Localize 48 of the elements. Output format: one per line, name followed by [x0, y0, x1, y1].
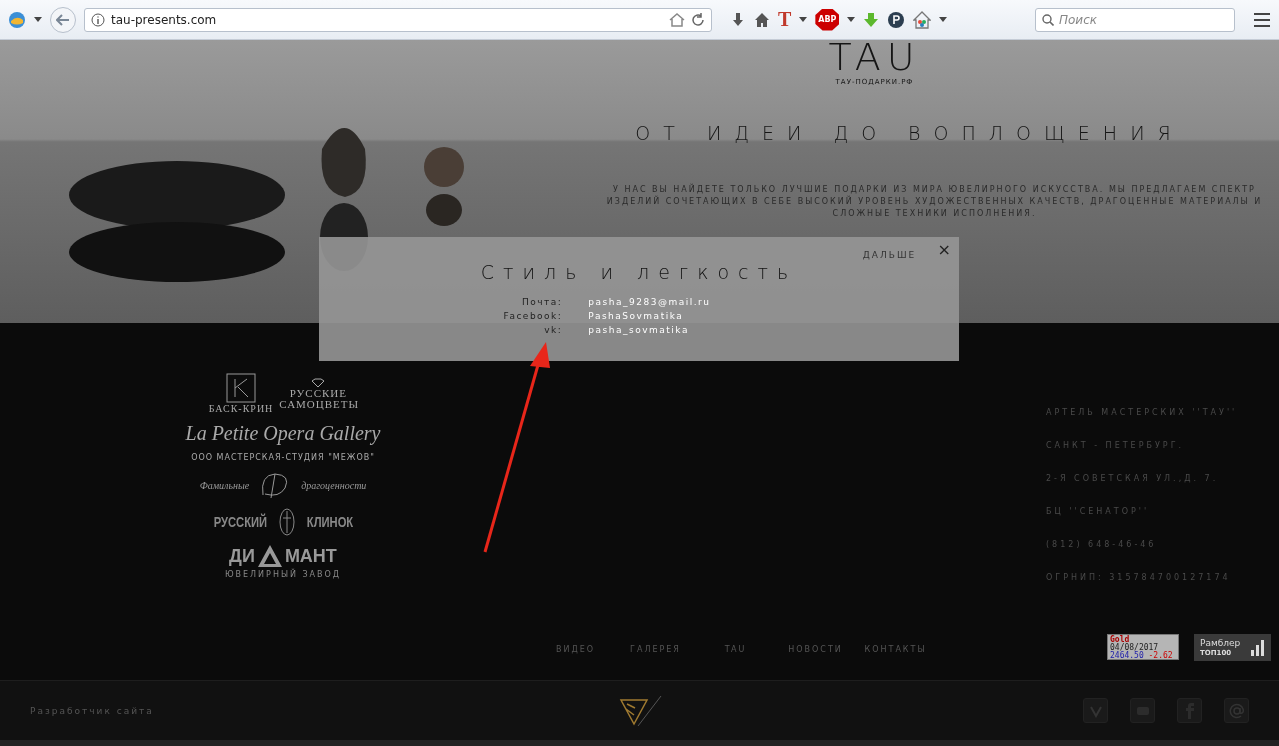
- commodity-price-widget[interactable]: Gold 04/08/2017 2464.50 -2.62: [1107, 634, 1179, 660]
- adblock-button[interactable]: ABP: [815, 8, 840, 31]
- info-icon[interactable]: [91, 12, 105, 27]
- triangle-logo-icon[interactable]: [617, 693, 662, 728]
- contact-label: vk:: [543, 324, 563, 337]
- headline: ОТ ИДЕИ ДО ВОПЛОЩЕНИЯ: [635, 122, 1184, 144]
- intro-text: У НАС ВЫ НАЙДЕТЕ ТОЛЬКО ЛУЧШИЕ ПОДАРКИ ИЗ МИРА ЮВЕЛИРНОГО ИСКУССТВА. МЫ ПРЕДЛАГАЕМ СПЕКТР ИЗДЕЛИЙ СОЧЕТАЮЩИХ В СЕБЕ ВЫСОКИЙ УРОВЕНЬ ХУДОЖЕСТВЕННЫХ КАЧЕСТВ, ДРАГОЦЕННЫЕ МАТЕРИАЛЫ И СЛОЖНЫЕ ТЕХНИКИ ИСПОЛНЕНИЯ.: [605, 184, 1264, 220]
- address-line: (812) 648-46-46: [1045, 539, 1158, 551]
- t-button[interactable]: T: [778, 8, 792, 31]
- search-icon: [1042, 13, 1054, 26]
- more-link[interactable]: ДАЛЬШЕ: [862, 250, 917, 260]
- close-button[interactable]: ×: [935, 240, 953, 259]
- modal-title: Стиль и легкость: [480, 261, 798, 283]
- dropdown-icon[interactable]: [939, 16, 948, 23]
- address-line: САНКТ - ПЕТЕРБУРГ.: [1045, 440, 1186, 452]
- address-line: БЦ ''СЕНАТОР'': [1045, 506, 1151, 518]
- home-icon[interactable]: [669, 12, 685, 27]
- back-arrow-icon: [56, 13, 70, 26]
- opera-gallery-logo[interactable]: La Petite Opera Gallery: [185, 422, 381, 445]
- home-icon[interactable]: [754, 11, 770, 28]
- bars-icon: [1251, 639, 1265, 656]
- address-bar[interactable]: tau-presents.com: [84, 7, 712, 32]
- search-field[interactable]: Поиск: [1035, 7, 1235, 32]
- dropdown-icon[interactable]: [34, 16, 42, 23]
- contact-label: Почта:: [520, 296, 563, 309]
- url-text: tau-presents.com: [111, 12, 218, 27]
- contact-value: PashaSovmatika: [588, 310, 685, 323]
- diamant-logo[interactable]: ДИ МАНТ ЮВЕЛИРНЫЙ ЗАВОД: [224, 544, 342, 579]
- address-line: ОГРНИП: 315784700127174: [1045, 572, 1232, 584]
- contact-label: Facebook:: [503, 310, 563, 323]
- dropdown-icon[interactable]: [799, 16, 808, 23]
- reload-icon[interactable]: [691, 12, 705, 27]
- russian-blade-logo[interactable]: РУССКИЙ КЛИНОК: [206, 508, 360, 536]
- menu-icon[interactable]: [1253, 11, 1271, 28]
- contact-value: pasha_9283@mail.ru: [588, 296, 711, 309]
- back-button[interactable]: [50, 6, 76, 33]
- bask-krin-logo[interactable]: БАСК-КРИН: [208, 373, 274, 414]
- colored-house-icon[interactable]: [913, 10, 932, 29]
- globe-icon[interactable]: [8, 10, 26, 29]
- p-circle-icon[interactable]: [887, 10, 906, 29]
- mezhov-logo[interactable]: ООО МАСТЕРСКАЯ-СТУДИЯ "МЕЖОВ": [191, 453, 375, 462]
- contact-value: pasha_sovmatika: [588, 324, 690, 337]
- family-jewels-logo[interactable]: Фамильные драгоценности: [199, 470, 367, 500]
- dropdown-icon[interactable]: [847, 16, 856, 23]
- address-line: АРТЕЛЬ МАСТЕРСКИХ ''ТАУ'': [1045, 407, 1239, 419]
- download-icon[interactable]: [730, 11, 746, 28]
- tau-logo[interactable]: TAU: [828, 40, 921, 74]
- samotsvety-logo[interactable]: РУССКИЕ САМОЦВЕТЫ: [279, 377, 358, 410]
